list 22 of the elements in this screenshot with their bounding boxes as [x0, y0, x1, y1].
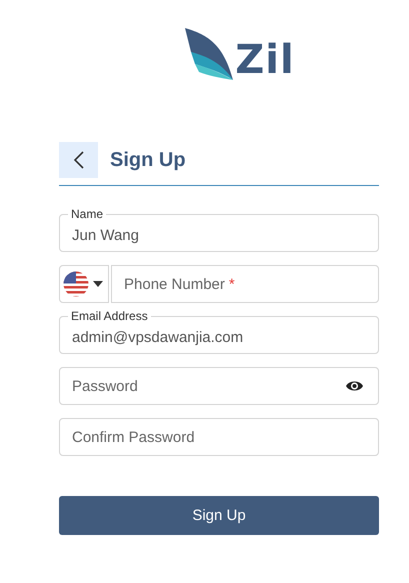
- logo-text: Zil: [235, 40, 295, 80]
- field-label: Name: [70, 207, 104, 221]
- text-field[interactable]: Name Jun Wang: [59, 207, 379, 252]
- wing-icon: [183, 28, 234, 80]
- sign-up-button[interactable]: Sign Up: [59, 496, 379, 535]
- phone-field[interactable]: Phone Number *: [111, 265, 379, 303]
- caret-icon: [93, 281, 103, 287]
- field-label: Email Address: [70, 309, 149, 323]
- password-field[interactable]: Password: [59, 367, 379, 405]
- field-placeholder: Phone Number: [124, 276, 225, 292]
- field-value: Jun Wang: [72, 226, 139, 246]
- back-button[interactable]: [59, 142, 98, 178]
- text-field[interactable]: Confirm Password: [59, 418, 379, 456]
- field-value: admin@vpsdawanjia.com: [72, 328, 244, 348]
- page-title: Sign Up: [110, 148, 186, 172]
- chevron-icon: [72, 151, 84, 169]
- text-field[interactable]: Email Address admin@vpsdawanjia.com: [59, 309, 379, 354]
- field-placeholder: Password: [71, 378, 139, 394]
- field-placeholder: Confirm Password: [71, 428, 196, 446]
- eye-icon[interactable]: [345, 379, 364, 393]
- country-picker[interactable]: [59, 265, 109, 303]
- required-mark: *: [228, 276, 235, 292]
